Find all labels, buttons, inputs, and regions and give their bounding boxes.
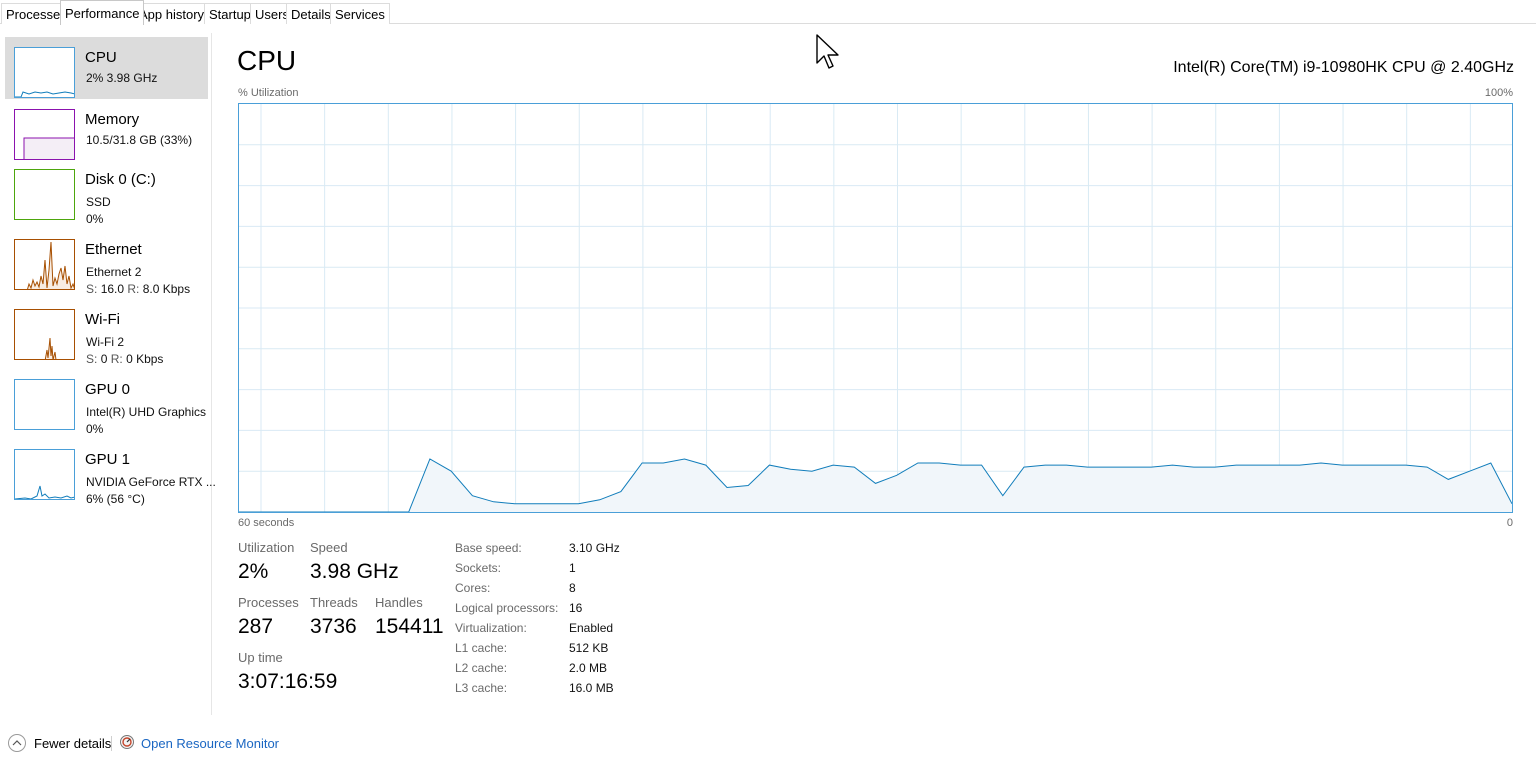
ethernet-send-label: S: [86, 282, 98, 296]
graph-y-axis-label: % Utilization [238, 87, 299, 99]
spec-label-base-speed: Base speed: [455, 541, 522, 555]
footer-divider [111, 736, 112, 751]
spec-label-sockets: Sockets: [455, 561, 502, 575]
sidebar-title-wifi: Wi-Fi [85, 311, 120, 328]
wifi-thumbnail-graph [14, 309, 75, 360]
processes-value: 287 [238, 615, 274, 638]
wifi-receive-value: 0 Kbps [126, 352, 164, 366]
resource-sidebar: CPU 2% 3.98 GHz Memory 10.5/31.8 GB (33%… [0, 33, 216, 715]
gpu0-thumbnail-graph [14, 379, 75, 430]
wifi-receive-label: R: [110, 352, 123, 366]
ethernet-send-value: 16.0 [100, 282, 125, 296]
ethernet-receive-value: 8.0 Kbps [142, 282, 191, 296]
sidebar-item-gpu1[interactable]: GPU 1 NVIDIA GeForce RTX ... 6% (56 °C) [5, 439, 216, 506]
spec-label-l1-cache: L1 cache: [455, 641, 508, 655]
sidebar-sub-gpu1-usage: 6% (56 °C) [86, 492, 145, 506]
footer-bar: Fewer details Open Resource Monitor [0, 715, 1536, 766]
sidebar-sub-disk-usage: 0% [86, 212, 104, 226]
graph-y-max-label: 100% [1484, 87, 1513, 99]
sidebar-title-ethernet: Ethernet [85, 241, 142, 258]
graph-x-end-label: 0 [1506, 517, 1513, 529]
sidebar-sub-wifi-throughput: S: 0 R: 0 Kbps [86, 351, 163, 367]
spec-value-sockets: 1 [569, 561, 576, 575]
tab-services[interactable]: Services [330, 3, 390, 24]
handles-value: 154411 [375, 615, 444, 638]
gpu1-thumbnail-graph [14, 449, 75, 500]
memory-thumbnail-graph [14, 109, 75, 160]
sidebar-title-gpu0: GPU 0 [85, 381, 131, 398]
cpu-utilization-area [239, 459, 1512, 512]
tab-startup[interactable]: Startup [204, 3, 256, 24]
sidebar-sub-ethernet-adapter: Ethernet 2 [86, 265, 142, 279]
sidebar-item-wifi[interactable]: Wi-Fi Wi-Fi 2 S: 0 R: 0 Kbps [5, 299, 208, 366]
sidebar-sub-gpu1-name: NVIDIA GeForce RTX ... [86, 475, 216, 489]
cpu-model-name: Intel(R) Core(TM) i9-10980HK CPU @ 2.40G… [1173, 59, 1514, 76]
utilization-value: 2% [238, 560, 269, 583]
sidebar-sub-memory: 10.5/31.8 GB (33%) [86, 133, 193, 147]
sidebar-sub-disk-type: SSD [86, 195, 111, 209]
tab-details[interactable]: Details [286, 3, 336, 24]
sidebar-item-cpu[interactable]: CPU 2% 3.98 GHz [5, 37, 208, 99]
spec-label-cores: Cores: [455, 581, 491, 595]
tab-performance[interactable]: Performance [60, 0, 145, 25]
spec-value-logical-processors: 16 [569, 601, 583, 615]
fewer-details-button[interactable]: Fewer details [34, 736, 111, 752]
sidebar-sub-gpu0-name: Intel(R) UHD Graphics [86, 405, 207, 419]
cpu-thumbnail-graph [14, 47, 75, 98]
mouse-cursor-icon [816, 34, 839, 69]
spec-label-logical-processors: Logical processors: [455, 601, 559, 615]
spec-value-l3-cache: 16.0 MB [569, 681, 614, 695]
spec-label-l3-cache: L3 cache: [455, 681, 508, 695]
sidebar-title-memory: Memory [85, 111, 140, 128]
utilization-label: Utilization [238, 540, 295, 555]
sidebar-sub-wifi-adapter: Wi-Fi 2 [86, 335, 124, 349]
graph-x-axis-label: 60 seconds [238, 517, 295, 529]
tab-bar: Processes Performance App history Startu… [0, 0, 1536, 25]
chevron-up-icon[interactable] [8, 734, 26, 752]
sidebar-item-memory[interactable]: Memory 10.5/31.8 GB (33%) [5, 99, 208, 161]
speed-label: Speed [310, 540, 348, 555]
sidebar-item-disk[interactable]: Disk 0 (C:) SSD 0% [5, 159, 208, 226]
resource-monitor-icon[interactable] [119, 734, 135, 750]
tab-app-history[interactable]: App history [134, 3, 210, 24]
spec-value-l2-cache: 2.0 MB [569, 661, 608, 675]
spec-label-virtualization: Virtualization: [455, 621, 527, 635]
handles-label: Handles [375, 595, 423, 610]
disk-thumbnail-graph [14, 169, 75, 220]
open-resource-monitor-link[interactable]: Open Resource Monitor [141, 736, 279, 752]
cpu-utilization-graph [238, 103, 1513, 513]
spec-value-l1-cache: 512 KB [569, 641, 609, 655]
spec-value-virtualization: Enabled [569, 621, 614, 635]
speed-value: 3.98 GHz [310, 560, 399, 583]
uptime-value: 3:07:16:59 [238, 670, 338, 693]
sidebar-title-cpu: CPU [85, 49, 117, 66]
cpu-utilization-chart [239, 104, 1512, 512]
ethernet-receive-label: R: [127, 282, 140, 296]
spec-label-l2-cache: L2 cache: [455, 661, 508, 675]
sidebar-sub-cpu: 2% 3.98 GHz [86, 71, 158, 85]
sidebar-item-ethernet[interactable]: Ethernet Ethernet 2 S: 16.0 R: 8.0 Kbps [5, 229, 208, 296]
threads-value: 3736 [310, 615, 357, 638]
uptime-label: Up time [238, 650, 283, 665]
sidebar-title-gpu1: GPU 1 [85, 451, 131, 468]
processes-label: Processes [238, 595, 299, 610]
page-title: CPU [237, 45, 297, 76]
sidebar-sub-ethernet-throughput: S: 16.0 R: 8.0 Kbps [86, 281, 190, 297]
sidebar-title-disk: Disk 0 (C:) [85, 171, 156, 188]
sidebar-item-gpu0[interactable]: GPU 0 Intel(R) UHD Graphics 0% [5, 369, 208, 436]
sidebar-sub-gpu0-usage: 0% [86, 422, 104, 436]
cpu-detail-panel: CPU Intel(R) Core(TM) i9-10980HK CPU @ 2… [212, 33, 1536, 715]
wifi-send-value: 0 [100, 352, 108, 366]
threads-label: Threads [310, 595, 358, 610]
wifi-send-label: S: [86, 352, 98, 366]
spec-value-cores: 8 [569, 581, 576, 595]
spec-value-base-speed: 3.10 GHz [569, 541, 620, 555]
ethernet-thumbnail-graph [14, 239, 75, 290]
